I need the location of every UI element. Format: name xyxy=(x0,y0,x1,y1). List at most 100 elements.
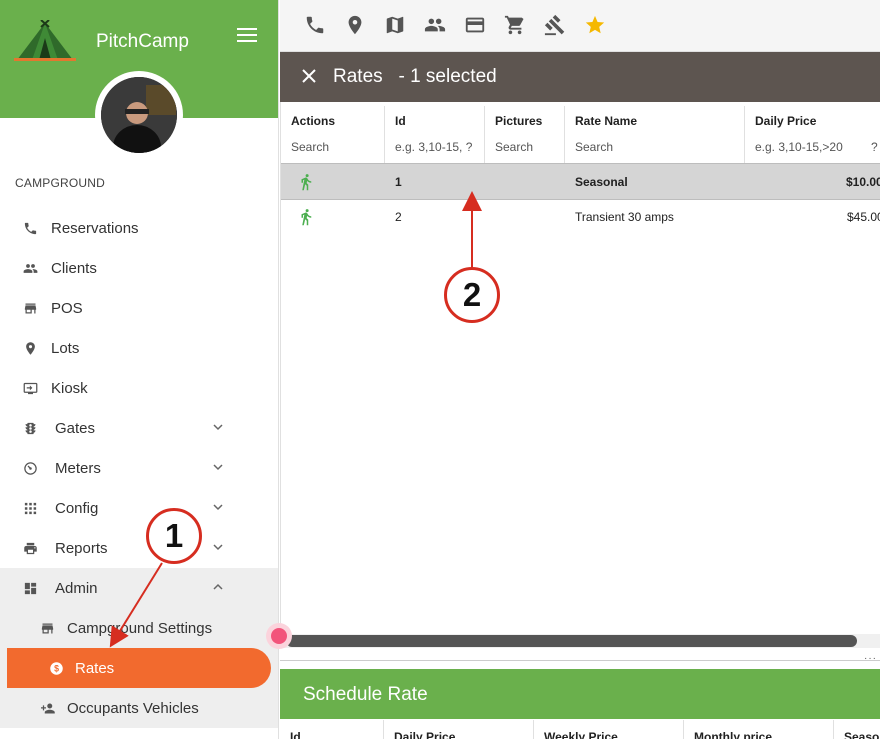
credit-card-icon[interactable] xyxy=(464,14,486,36)
cell-rate-name: Seasonal xyxy=(575,175,628,189)
chevron-down-icon xyxy=(212,463,224,471)
selection-bar: Rates - 1 selected xyxy=(280,52,880,102)
sidebar-item-label: Reservations xyxy=(51,219,139,237)
column-header-pictures[interactable]: Pictures Search xyxy=(485,106,565,164)
chevron-down-icon xyxy=(212,423,224,431)
column-header-weekly-price[interactable]: Weekly Price xyxy=(534,720,684,739)
horizontal-scrollbar-thumb[interactable] xyxy=(286,635,857,647)
top-toolbar xyxy=(280,0,880,52)
table-header: Actions Search Id e.g. 3,10-15, ? Pictur… xyxy=(281,106,880,164)
phone-icon[interactable] xyxy=(304,14,326,36)
selection-count: - 1 selected xyxy=(398,66,497,87)
map-icon[interactable] xyxy=(384,14,406,36)
app-name: PitchCamp xyxy=(96,31,189,52)
column-filter-input[interactable]: Search xyxy=(575,140,613,154)
kiosk-icon xyxy=(23,381,38,396)
sidebar-item-lots[interactable]: Lots xyxy=(0,328,278,368)
chevron-up-icon xyxy=(212,583,224,591)
column-title: Rate Name xyxy=(575,114,638,128)
cart-icon[interactable] xyxy=(504,14,526,36)
people-icon xyxy=(23,261,38,276)
traffic-light-icon xyxy=(23,421,38,436)
page-title: Rates xyxy=(333,66,383,87)
chevron-down-icon xyxy=(212,543,224,551)
cell-daily-price: $10.00 xyxy=(846,175,880,189)
sidebar-item-pos[interactable]: POS xyxy=(0,288,278,328)
callout-2: 2 xyxy=(444,267,500,323)
running-person-icon[interactable] xyxy=(297,207,315,227)
column-title: Daily Price xyxy=(755,114,817,128)
sidebar-item-label: Campground Settings xyxy=(67,619,213,637)
people-icon[interactable] xyxy=(424,14,446,36)
star-icon[interactable] xyxy=(584,14,606,36)
table-row[interactable]: 1 Seasonal $10.00 xyxy=(281,164,880,199)
cell-id: 2 xyxy=(395,210,402,224)
gavel-icon[interactable] xyxy=(544,14,566,36)
divider xyxy=(280,660,880,661)
sidebar-item-campground-settings[interactable]: Campground Settings xyxy=(0,608,278,648)
column-header-daily-price[interactable]: Daily Price xyxy=(384,720,534,739)
dollar-icon: $ xyxy=(49,661,64,676)
sidebar-item-label: Reports xyxy=(55,539,108,557)
store-icon xyxy=(40,621,55,636)
column-title: Actions xyxy=(291,114,336,128)
sidebar-item-admin[interactable]: Admin xyxy=(0,568,278,608)
sidebar-item-rates[interactable]: $ Rates xyxy=(7,648,271,688)
avatar[interactable] xyxy=(95,71,183,159)
drag-handle[interactable] xyxy=(266,623,292,649)
selection-title: Rates - 1 selected xyxy=(333,66,497,88)
close-icon[interactable] xyxy=(301,68,317,84)
sidebar-item-label: Occupants Vehicles xyxy=(67,699,199,717)
column-filter-input[interactable]: Search xyxy=(495,140,533,154)
printer-icon xyxy=(23,541,38,556)
hamburger-menu-icon[interactable] xyxy=(237,27,257,43)
sidebar-item-meters[interactable]: Meters xyxy=(0,448,278,488)
column-filter-input[interactable]: Search xyxy=(291,140,329,154)
sidebar-item-label: Meters xyxy=(55,459,101,477)
avatar-photo xyxy=(101,77,177,153)
column-filter-input[interactable]: e.g. 3,10-15,>20 xyxy=(755,140,843,154)
person-add-icon xyxy=(40,701,55,716)
store-icon xyxy=(23,301,38,316)
column-header-id[interactable]: Id e.g. 3,10-15, ? xyxy=(385,106,485,164)
more-dots-icon[interactable]: ··· xyxy=(864,653,877,664)
sidebar-item-label: Admin xyxy=(55,579,98,597)
cell-rate-name: Transient 30 amps xyxy=(575,210,674,224)
callout-1: 1 xyxy=(146,508,202,564)
chevron-down-icon xyxy=(212,503,224,511)
sidebar-item-reports[interactable]: Reports xyxy=(0,528,278,568)
grid-icon xyxy=(23,501,38,516)
sidebar-item-label: Rates xyxy=(75,659,115,677)
cell-id: 1 xyxy=(395,175,402,189)
column-header-id[interactable]: Id xyxy=(280,720,384,739)
column-header-daily-price[interactable]: Daily Price e.g. 3,10-15,>20 ? xyxy=(745,106,880,164)
column-title: Id xyxy=(395,114,406,128)
sidebar-item-kiosk[interactable]: Kiosk xyxy=(0,368,278,408)
schedule-table-header: Id Daily Price Weekly Price Monthly pric… xyxy=(280,720,880,739)
table-row[interactable]: 2 Transient 30 amps $45.00 xyxy=(281,199,880,234)
sidebar: PitchCamp CAMPGROUND Reservations Client… xyxy=(0,0,279,739)
sidebar-item-label: Kiosk xyxy=(51,379,88,397)
column-header-actions[interactable]: Actions Search xyxy=(281,106,385,164)
sidebar-item-occupants-vehicles[interactable]: Occupants Vehicles xyxy=(0,688,278,728)
help-icon[interactable]: ? xyxy=(871,140,878,154)
column-header-monthly-price[interactable]: Monthly price xyxy=(684,720,834,739)
sidebar-item-gates[interactable]: Gates xyxy=(0,408,278,448)
schedule-rate-header: Schedule Rate xyxy=(280,669,880,719)
section-label-campground: CAMPGROUND xyxy=(15,176,106,190)
column-filter-input[interactable]: e.g. 3,10-15, ? xyxy=(395,140,472,154)
svg-text:$: $ xyxy=(54,664,59,674)
sidebar-item-config[interactable]: Config xyxy=(0,488,278,528)
dashboard-icon xyxy=(23,581,38,596)
column-header-rate-name[interactable]: Rate Name Search xyxy=(565,106,745,164)
running-person-icon[interactable] xyxy=(297,172,315,192)
sidebar-item-reservations[interactable]: Reservations xyxy=(0,208,278,248)
column-header-season[interactable]: Season xyxy=(834,720,880,739)
cell-daily-price: $45.00 xyxy=(847,210,880,224)
tent-logo-icon xyxy=(14,20,76,62)
sidebar-item-label: POS xyxy=(51,299,83,317)
sidebar-item-label: Clients xyxy=(51,259,97,277)
sidebar-item-clients[interactable]: Clients xyxy=(0,248,278,288)
rates-table: Actions Search Id e.g. 3,10-15, ? Pictur… xyxy=(280,102,880,632)
location-pin-icon[interactable] xyxy=(344,14,366,36)
